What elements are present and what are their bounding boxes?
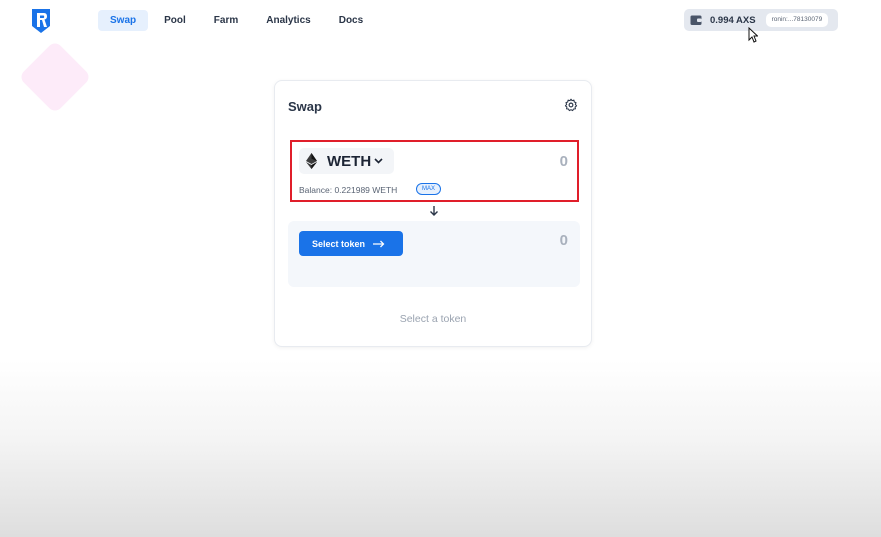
wallet-icon xyxy=(690,15,702,25)
arrow-right-icon xyxy=(373,240,385,247)
nav-farm[interactable]: Farm xyxy=(202,10,250,31)
wallet-button[interactable]: 0.994 AXS ronin:...78130079 xyxy=(684,9,838,31)
select-token-hint: Select a token xyxy=(399,313,467,325)
nav-swap[interactable]: Swap xyxy=(98,10,149,31)
arrow-down-icon[interactable] xyxy=(429,205,439,217)
ronin-logo-icon[interactable] xyxy=(30,8,52,34)
highlight-box xyxy=(290,140,579,202)
nav-docs[interactable]: Docs xyxy=(327,10,375,31)
select-token-label: Select token xyxy=(312,238,366,249)
swap-card: Swap WETH 0 Balance: 0.221989 WETH MAX S… xyxy=(274,80,592,347)
wallet-address: ronin:...78130079 xyxy=(765,13,829,27)
swap-title: Swap xyxy=(288,99,322,114)
to-token-panel: Select token 0 xyxy=(288,221,580,287)
gear-icon[interactable] xyxy=(564,98,578,112)
select-token-button[interactable]: Select token xyxy=(299,231,403,256)
nav-pool[interactable]: Pool xyxy=(152,10,198,31)
cursor-icon xyxy=(748,27,758,43)
to-amount-input[interactable]: 0 xyxy=(560,232,568,249)
nav-analytics[interactable]: Analytics xyxy=(254,10,322,31)
wallet-balance: 0.994 AXS xyxy=(710,14,756,26)
top-nav: Swap Pool Farm Analytics Docs xyxy=(98,10,379,31)
decorative-diamond xyxy=(18,40,92,114)
